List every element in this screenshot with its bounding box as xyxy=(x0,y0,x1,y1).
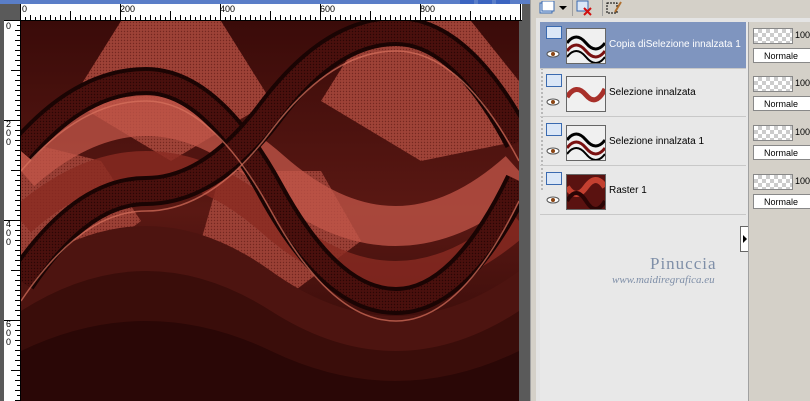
layer-row[interactable]: Copia diSelezione innalzata 1 xyxy=(540,22,746,69)
layer-row[interactable]: Raster 1 xyxy=(540,168,746,215)
layer-name: Selezione innalzata 1 xyxy=(609,136,705,147)
ruler-ticks xyxy=(20,4,521,20)
blend-mode-select[interactable]: Normale xyxy=(753,145,810,160)
watermark-url: www.maidiregrafica.eu xyxy=(612,274,715,286)
vertical-ruler: 0 2 0 0 4 0 0 6 0 0 xyxy=(4,20,21,401)
ruler-label: 400 xyxy=(220,4,236,14)
visibility-eye-icon[interactable] xyxy=(546,147,560,155)
blend-mode-select[interactable]: Normale xyxy=(753,96,810,111)
ruler-label: 200 xyxy=(120,4,136,14)
ruler-label: 4 0 0 xyxy=(6,219,12,247)
opacity-slider[interactable] xyxy=(753,125,793,141)
blend-mode-select[interactable]: Normale xyxy=(753,194,810,209)
layer-properties: 100 Normale xyxy=(753,72,810,118)
wave-artwork xyxy=(21,21,519,401)
layer-thumbnail xyxy=(566,28,606,64)
layer-properties-column: 100 Normale 100 Normale 100 Normale 100 … xyxy=(748,22,810,401)
layer-properties: 100 Normale xyxy=(753,24,810,70)
visibility-eye-icon[interactable] xyxy=(546,98,560,106)
layer-properties: 100 Normale xyxy=(753,121,810,167)
layer-type-icon xyxy=(546,26,562,39)
layer-row[interactable]: Selezione innalzata xyxy=(540,70,746,117)
layer-list: Copia diSelezione innalzata 1 Selezione … xyxy=(540,22,750,401)
new-layer-icon[interactable] xyxy=(536,0,558,16)
ruler-label: 0 xyxy=(6,21,12,31)
opacity-value: 100 xyxy=(795,127,810,137)
opacity-value: 100 xyxy=(795,30,810,40)
layer-name: Copia diSelezione innalzata 1 xyxy=(609,39,741,50)
ruler-label: 600 xyxy=(320,4,336,14)
image-canvas[interactable] xyxy=(21,21,519,401)
opacity-value: 100 xyxy=(795,176,810,186)
watermark: Pinuccia www.maidiregrafica.eu xyxy=(580,252,780,292)
layer-name: Selezione innalzata xyxy=(609,87,696,98)
selection-tool-icon[interactable] xyxy=(602,0,625,16)
layer-type-icon xyxy=(546,123,562,136)
opacity-slider[interactable] xyxy=(753,174,793,190)
delete-layer-icon[interactable] xyxy=(572,0,595,16)
layer-thumbnail xyxy=(566,125,606,161)
opacity-slider[interactable] xyxy=(753,76,793,92)
visibility-eye-icon[interactable] xyxy=(546,50,560,58)
opacity-slider[interactable] xyxy=(753,28,793,44)
ruler-label: 0 xyxy=(22,4,28,14)
layers-toolbar xyxy=(536,0,810,18)
ruler-label: 6 0 0 xyxy=(6,319,12,347)
layer-properties: 100 Normale xyxy=(753,170,810,216)
dropdown-arrow-icon[interactable] xyxy=(558,0,568,16)
layer-thumbnail xyxy=(566,174,606,210)
layer-name: Raster 1 xyxy=(609,185,647,196)
layer-row[interactable]: Selezione innalzata 1 xyxy=(540,119,746,166)
visibility-eye-icon[interactable] xyxy=(546,196,560,204)
layer-thumbnail xyxy=(566,76,606,112)
blend-mode-select[interactable]: Normale xyxy=(753,48,810,63)
layer-type-icon xyxy=(546,172,562,185)
watermark-name: Pinuccia xyxy=(650,254,717,273)
ruler-label: 2 0 0 xyxy=(6,119,12,147)
opacity-value: 100 xyxy=(795,78,810,88)
horizontal-ruler: 0 200 400 600 800 xyxy=(20,4,522,21)
ruler-label: 800 xyxy=(420,4,436,14)
layer-type-icon xyxy=(546,74,562,87)
